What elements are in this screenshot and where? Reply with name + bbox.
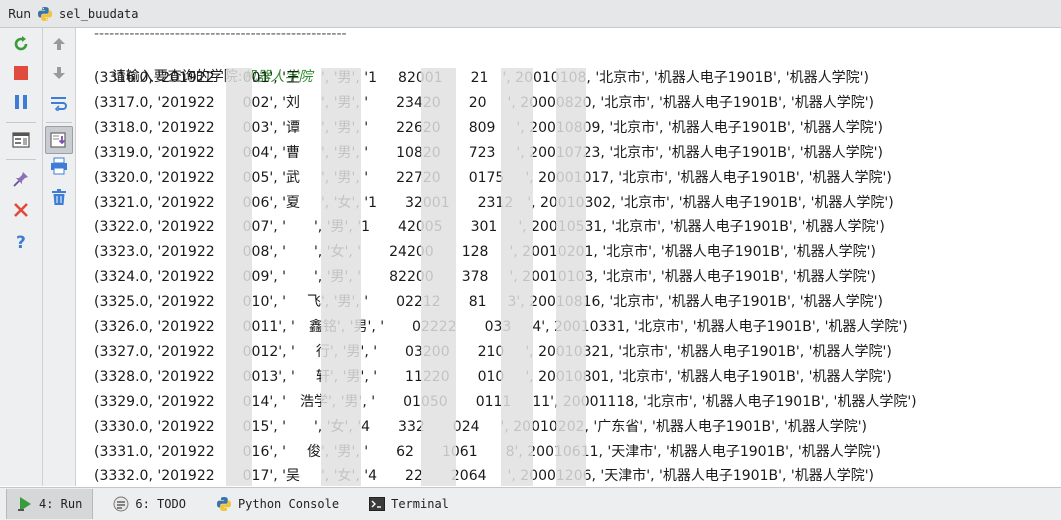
- restore-layout-button[interactable]: [9, 128, 33, 152]
- console-result-row: (3323.0, '201922 008', ' ', '女', ' 24200…: [94, 244, 876, 261]
- console-result-row: (3327.0, '201922 0012', ' 行', '男', ' 032…: [94, 343, 892, 360]
- scroll-to-end-icon: [50, 131, 68, 149]
- console-result-row: (3318.0, '201922 003', '谭 ', '男', ' 2262…: [94, 119, 883, 136]
- console-result-row: (3328.0, '201922 0013', ' 轩', '男', ' 112…: [94, 368, 892, 385]
- pin-tab-button[interactable]: [9, 167, 33, 191]
- help-icon: ?: [13, 232, 29, 250]
- redaction-name: [321, 68, 361, 486]
- soft-wrap-button[interactable]: [47, 91, 71, 115]
- tab-todo-label: 6: TODO: [135, 497, 186, 511]
- print-icon: [50, 157, 68, 175]
- redaction-student-id: [226, 68, 252, 486]
- console-output[interactable]: ----------------------------------------…: [76, 28, 1061, 486]
- redaction-id-number-a: [421, 68, 456, 486]
- run-toolbar-secondary: [43, 28, 76, 486]
- close-icon: [13, 202, 29, 218]
- console-result-row: (3316.0, '201922 001', '王 ', '男', '1 820…: [94, 70, 869, 86]
- run-config-name[interactable]: sel_buudata: [59, 7, 138, 21]
- console-result-row: (3320.0, '201922 005', '武 ', '男', ' 2272…: [94, 169, 892, 186]
- run-label: Run: [8, 6, 32, 21]
- down-arrow-icon: [51, 65, 67, 81]
- up-arrow-icon: [51, 36, 67, 52]
- down-stack-button[interactable]: [47, 61, 71, 85]
- console-result-row: (3322.0, '201922 007', ' ', '男', '1 4200…: [94, 219, 885, 236]
- tab-run[interactable]: 4: Run: [6, 489, 94, 519]
- layout-icon: [12, 132, 30, 148]
- soft-wrap-icon: [50, 95, 68, 111]
- console-result-row: (3331.0, '201922 016', ' 俊', '男', ' 62 1…: [94, 443, 882, 460]
- svg-text:?: ?: [16, 233, 26, 250]
- console-result-row: (3319.0, '201922 004', '曹 ', '男', ' 1082…: [94, 144, 883, 161]
- up-stack-button[interactable]: [47, 32, 71, 56]
- tab-terminal-label: Terminal: [391, 497, 449, 511]
- trash-icon: [51, 188, 67, 206]
- stop-icon: [13, 65, 29, 81]
- pause-button[interactable]: [9, 90, 33, 114]
- python-icon: [37, 6, 53, 22]
- close-run-button[interactable]: [9, 198, 33, 222]
- tab-todo[interactable]: 6: TODO: [103, 489, 196, 519]
- print-button[interactable]: [47, 154, 71, 178]
- tab-python-console[interactable]: Python Console: [206, 489, 349, 519]
- python-console-icon: [216, 496, 232, 512]
- redaction-id-number-c: [556, 68, 586, 486]
- help-button[interactable]: ?: [9, 229, 33, 253]
- terminal-icon: [369, 497, 386, 511]
- console-result-row: (3325.0, '201922 010', ' 飞', '男', ' 0221…: [94, 294, 883, 311]
- tab-run-label: 4: Run: [39, 497, 83, 511]
- redaction-id-number-b: [501, 68, 533, 486]
- pin-icon: [12, 170, 30, 188]
- run-icon: [17, 496, 33, 512]
- run-toolbar-primary: ?: [0, 28, 43, 486]
- tab-python-console-label: Python Console: [237, 497, 340, 511]
- console-result-row: (3332.0, '201922 017', '吴 ', '女', '4 22 …: [94, 468, 875, 485]
- console-result-row: (3321.0, '201922 006', '夏 ', '女', '1 320…: [94, 194, 894, 211]
- scroll-to-end-button[interactable]: [45, 126, 73, 154]
- pause-icon: [13, 94, 29, 110]
- stop-button[interactable]: [9, 61, 33, 85]
- clear-all-button[interactable]: [47, 185, 71, 209]
- console-result-row: (3317.0, '201922 002', '刘 ', '男', ' 2342…: [94, 94, 875, 111]
- rerun-button[interactable]: [9, 32, 33, 56]
- run-tool-window-header: Run sel_buudata: [0, 0, 1061, 28]
- rerun-icon: [12, 35, 30, 53]
- todo-icon: [113, 496, 129, 512]
- bottom-tool-tabs: 4: Run 6: TODO Python Console Terminal: [0, 487, 1061, 520]
- tab-terminal[interactable]: Terminal: [359, 489, 459, 519]
- console-result-row: (3324.0, '201922 009', ' ', '男', ' 82200…: [94, 269, 876, 286]
- console-result-row: (3330.0, '201922 015', ' ', '女', '4 332 …: [94, 418, 868, 435]
- console-prompt-line: 请输入要查询的学院:机器人学院: [94, 41, 313, 85]
